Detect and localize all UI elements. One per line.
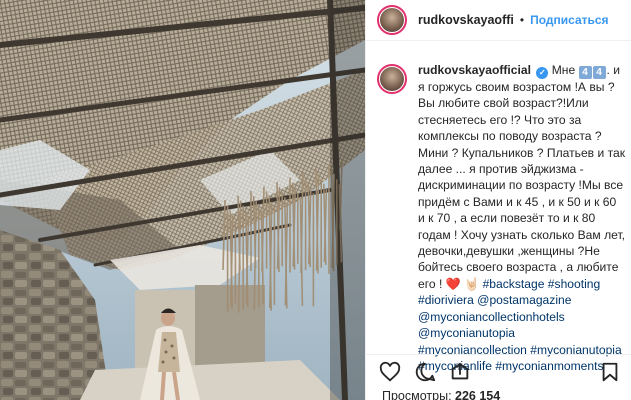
post-header: rudkovskayaoffi • Подписаться	[366, 0, 631, 41]
share-arrow-icon[interactable]	[449, 361, 471, 383]
keycap-four-icon: 4	[578, 66, 592, 79]
comment-bubble-icon[interactable]	[414, 361, 436, 383]
mention-link[interactable]: @myconianutopia	[418, 326, 515, 340]
rock-hand-emoji-icon: 🤘🏻	[464, 276, 480, 291]
caption-part-2: . и я горжусь своим возрастом !А вы ?Вы …	[418, 63, 626, 291]
views-counter: Просмотры: 226 154	[382, 389, 500, 400]
author-avatar[interactable]	[377, 5, 407, 35]
post-actions-bar	[366, 354, 631, 386]
keycap-four-icon: 4	[592, 66, 606, 79]
views-count: 226 154	[455, 389, 501, 400]
photo-pergola-scene	[0, 0, 365, 400]
mention-link[interactable]: @postamagazine	[477, 293, 571, 307]
post-side-panel: rudkovskayaoffi • Подписаться rudkovskay…	[365, 0, 631, 400]
mention-link[interactable]: @myconiancollectionhotels	[418, 310, 565, 324]
red-heart-emoji-icon: ❤️	[445, 276, 461, 291]
header-separator: •	[519, 13, 525, 27]
post-caption: rudkovskayaofficial ✓ Мне 44. и я горжус…	[377, 62, 627, 374]
verified-badge-icon: ✓	[536, 67, 549, 79]
caption-avatar[interactable]	[377, 64, 407, 94]
bookmark-icon[interactable]	[599, 361, 621, 383]
hashtag-link[interactable]: #dioriviera	[418, 293, 474, 307]
post-photo	[0, 0, 365, 400]
follow-button[interactable]: Подписаться	[530, 13, 608, 27]
caption-part-1: Мне	[551, 63, 579, 77]
heart-outline-icon[interactable]	[379, 361, 401, 383]
hashtag-link[interactable]: #backstage	[483, 277, 545, 291]
views-label: Просмотры:	[382, 389, 452, 400]
caption-text: rudkovskayaofficial ✓ Мне 44. и я горжус…	[418, 62, 626, 374]
hashtag-link[interactable]: #shooting	[548, 277, 600, 291]
header-username[interactable]: rudkovskayaoffi	[418, 13, 514, 27]
caption-author[interactable]: rudkovskayaofficial	[418, 63, 531, 77]
